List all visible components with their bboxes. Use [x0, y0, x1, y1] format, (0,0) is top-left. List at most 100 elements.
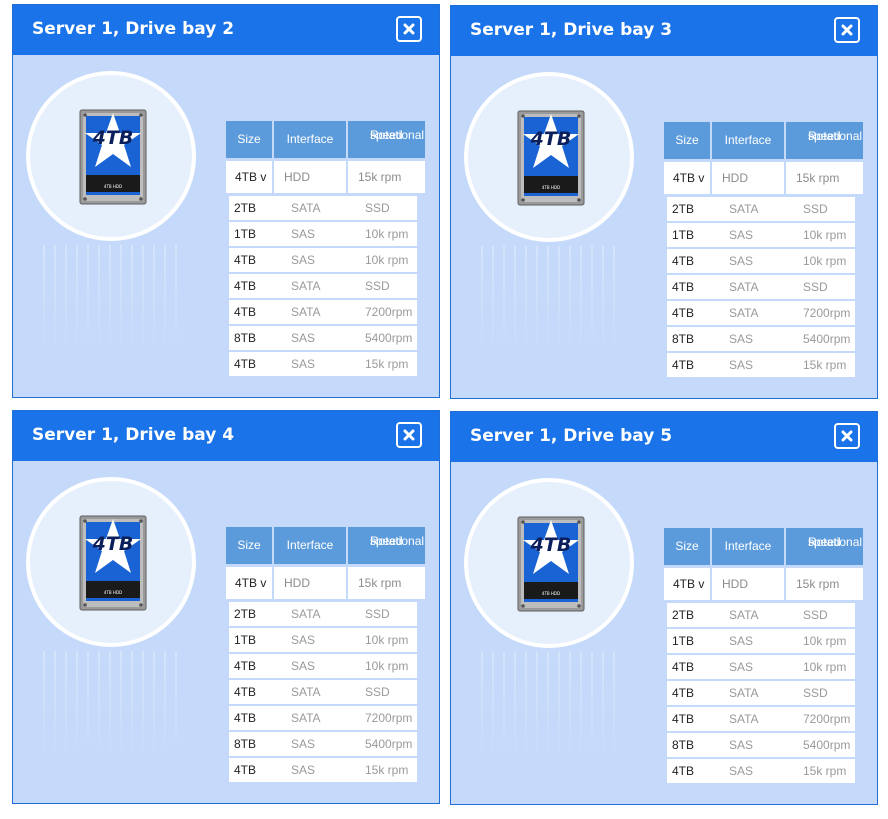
close-button[interactable] — [396, 422, 422, 448]
column-header-rotational-speed: Rotational speed — [348, 121, 425, 158]
option-size: 8TB — [234, 331, 257, 345]
option-speed: 5400rpm — [803, 332, 851, 346]
drive-option-row[interactable]: 4TB SAS 15k rpm — [667, 759, 855, 783]
decorative-streaks — [43, 245, 183, 355]
option-speed: SSD — [365, 279, 390, 293]
drive-option-row[interactable]: 1TB SAS 10k rpm — [667, 223, 855, 247]
option-speed: 15k rpm — [803, 764, 847, 778]
drive-option-row[interactable]: 4TB SAS 10k rpm — [667, 655, 855, 679]
dialog-header: Server 1, Drive bay 3 — [451, 6, 877, 56]
column-header-size: Size — [226, 527, 272, 564]
option-size: 4TB — [234, 253, 257, 267]
drive-option-row[interactable]: 4TB SAS 15k rpm — [667, 353, 855, 377]
option-interface: SAS — [291, 331, 316, 345]
decorative-streaks — [481, 652, 621, 762]
drive-option-row[interactable]: 4TB SAS 10k rpm — [229, 248, 417, 272]
drive-option-row[interactable]: 2TB SATA SSD — [229, 196, 417, 220]
option-size: 2TB — [234, 607, 257, 621]
size-dropdown[interactable]: 4TB v — [664, 568, 710, 600]
drive-option-row[interactable]: 8TB SAS 5400rpm — [229, 732, 417, 756]
drive-option-row[interactable]: 8TB SAS 5400rpm — [667, 327, 855, 351]
size-dropdown[interactable]: 4TB v — [226, 161, 272, 193]
drive-option-row[interactable]: 4TB SAS 10k rpm — [667, 249, 855, 273]
hard-drive-icon: 4TB 4TB HDD — [517, 516, 585, 612]
option-interface: SATA — [729, 280, 759, 294]
drive-bay-dialog: Server 1, Drive bay 3 4TB 4TB HDD Size I… — [450, 5, 878, 399]
option-size: 4TB — [234, 357, 257, 371]
drive-options-list: 2TB SATA SSD 1TB SAS 10k rpm 4TB SAS 10k… — [229, 196, 417, 378]
dialog-title: Server 1, Drive bay 2 — [32, 19, 235, 39]
option-interface: SATA — [729, 712, 759, 726]
option-speed: 5400rpm — [365, 331, 413, 345]
drive-bay-dialog: Server 1, Drive bay 5 4TB 4TB HDD Size I… — [450, 411, 878, 805]
drive-options-list: 2TB SATA SSD 1TB SAS 10k rpm 4TB SAS 10k… — [667, 197, 855, 379]
column-header-rotational-speed: Rotational speed — [348, 527, 425, 564]
current-speed: 15k rpm — [348, 567, 425, 599]
option-speed: 7200rpm — [803, 306, 851, 320]
drive-option-row[interactable]: 4TB SATA 7200rpm — [229, 706, 417, 730]
option-interface: SAS — [729, 332, 754, 346]
drive-option-row[interactable]: 2TB SATA SSD — [667, 603, 855, 627]
drive-option-row[interactable]: 1TB SAS 10k rpm — [229, 222, 417, 246]
option-interface: SATA — [291, 201, 321, 215]
drive-option-row[interactable]: 4TB SATA SSD — [667, 681, 855, 705]
option-speed: 15k rpm — [803, 358, 847, 372]
close-button[interactable] — [834, 423, 860, 449]
dialog-header: Server 1, Drive bay 5 — [451, 412, 877, 462]
option-size: 2TB — [672, 202, 695, 216]
option-size: 4TB — [672, 712, 695, 726]
drive-option-row[interactable]: 4TB SATA SSD — [667, 275, 855, 299]
option-speed: 5400rpm — [365, 737, 413, 751]
close-icon — [403, 23, 415, 35]
drive-option-row[interactable]: 2TB SATA SSD — [667, 197, 855, 221]
option-size: 4TB — [234, 279, 257, 293]
drive-option-row[interactable]: 4TB SATA 7200rpm — [667, 707, 855, 731]
size-dropdown[interactable]: 4TB v — [226, 567, 272, 599]
drive-option-row[interactable]: 4TB SATA SSD — [229, 680, 417, 704]
drive-caption: 4TB HDD — [103, 184, 123, 189]
drive-option-row[interactable]: 1TB SAS 10k rpm — [229, 628, 417, 652]
option-interface: SAS — [729, 358, 754, 372]
option-interface: SATA — [729, 608, 759, 622]
option-size: 4TB — [234, 763, 257, 777]
option-size: 4TB — [672, 280, 695, 294]
drive-option-row[interactable]: 8TB SAS 5400rpm — [667, 733, 855, 757]
close-icon — [403, 429, 415, 441]
drive-option-row[interactable]: 4TB SAS 10k rpm — [229, 654, 417, 678]
drive-option-row[interactable]: 8TB SAS 5400rpm — [229, 326, 417, 350]
drive-option-row[interactable]: 1TB SAS 10k rpm — [667, 629, 855, 653]
dialog-title: Server 1, Drive bay 3 — [470, 20, 673, 40]
option-interface: SAS — [291, 357, 316, 371]
drive-option-row[interactable]: 4TB SATA 7200rpm — [667, 301, 855, 325]
option-size: 4TB — [234, 685, 257, 699]
drive-size-label: 4TB — [92, 533, 134, 555]
dialog-header: Server 1, Drive bay 2 — [13, 5, 439, 55]
option-size: 4TB — [672, 660, 695, 674]
option-size: 2TB — [672, 608, 695, 622]
drive-option-row[interactable]: 2TB SATA SSD — [229, 602, 417, 626]
option-speed: 15k rpm — [365, 763, 409, 777]
column-header-rotational-speed: Rotational speed — [786, 122, 863, 159]
option-speed: 10k rpm — [365, 253, 409, 267]
current-speed: 15k rpm — [786, 568, 863, 600]
size-dropdown[interactable]: 4TB v — [664, 162, 710, 194]
option-interface: SAS — [291, 253, 316, 267]
option-speed: SSD — [365, 607, 390, 621]
option-size: 4TB — [672, 686, 695, 700]
option-speed: 10k rpm — [365, 659, 409, 673]
close-button[interactable] — [396, 16, 422, 42]
close-icon — [841, 24, 853, 36]
option-size: 2TB — [234, 201, 257, 215]
column-header-interface: Interface — [712, 122, 784, 159]
option-interface: SAS — [291, 737, 316, 751]
drive-caption: 4TB HDD — [103, 590, 123, 595]
hard-drive-icon: 4TB 4TB HDD — [79, 109, 147, 205]
drive-option-row[interactable]: 4TB SATA 7200rpm — [229, 300, 417, 324]
option-speed: SSD — [803, 608, 828, 622]
drive-option-row[interactable]: 4TB SAS 15k rpm — [229, 758, 417, 782]
drive-option-row[interactable]: 4TB SAS 15k rpm — [229, 352, 417, 376]
current-speed: 15k rpm — [348, 161, 425, 193]
drive-option-row[interactable]: 4TB SATA SSD — [229, 274, 417, 298]
close-button[interactable] — [834, 17, 860, 43]
drive-options-list: 2TB SATA SSD 1TB SAS 10k rpm 4TB SAS 10k… — [229, 602, 417, 784]
